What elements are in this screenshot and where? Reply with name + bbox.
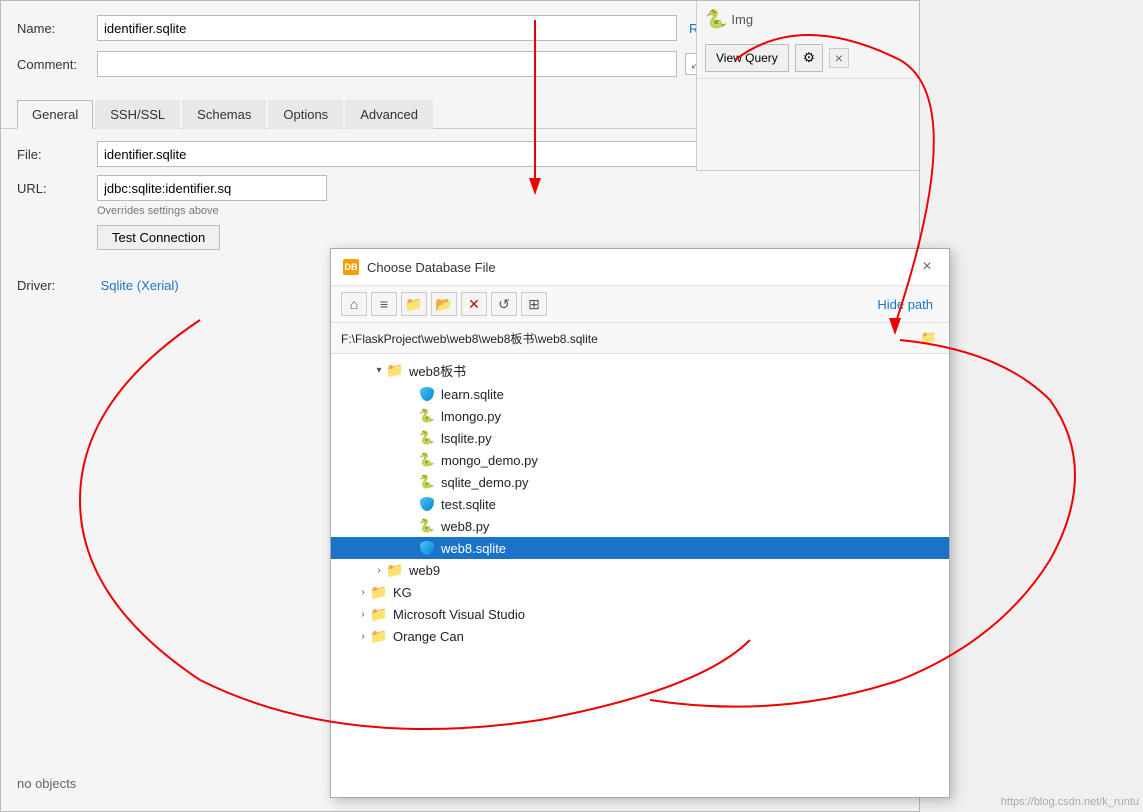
watermark: https://blog.csdn.net/k_runtu <box>1001 796 1139 808</box>
tree-item-label: test.sqlite <box>441 497 496 512</box>
folder-icon: 📁 <box>371 584 387 600</box>
file-dialog-toolbar: ⌂ ≡ 📁 📂 ✕ ↺ ⊞ Hide path <box>331 286 949 323</box>
folder-button[interactable]: 📁 <box>401 292 427 316</box>
sqlite-icon <box>419 540 435 556</box>
sqlite-icon <box>419 386 435 402</box>
python-file-icon: 🐍 <box>419 452 435 468</box>
tree-item-label: learn.sqlite <box>441 387 504 402</box>
tree-item-lmongo_py[interactable]: 🐍 lmongo.py <box>331 405 949 427</box>
list-view-button[interactable]: ≡ <box>371 292 397 316</box>
tree-item-learn_sqlite[interactable]: learn.sqlite <box>331 383 949 405</box>
tree-item-test_sqlite[interactable]: test.sqlite <box>331 493 949 515</box>
new-folder-button[interactable]: 📂 <box>431 292 457 316</box>
python-icon: 🐍 <box>705 9 727 30</box>
folder-icon: 📁 <box>371 628 387 644</box>
file-dialog-path-bar: F:\FlaskProject\web\web8\web8板书\web8.sql… <box>331 323 949 354</box>
tree-item-label: web9 <box>409 563 440 578</box>
no-objects-label: no objects <box>17 776 76 791</box>
file-label: File: <box>17 147 97 162</box>
folder-icon: 📁 <box>387 562 403 578</box>
tab-advanced[interactable]: Advanced <box>345 100 433 129</box>
right-panel: 🐍 Img View Query ⚙ × <box>696 1 919 171</box>
url-input[interactable] <box>97 175 327 201</box>
python-file-icon: 🐍 <box>419 408 435 424</box>
driver-link[interactable]: Sqlite (Xerial) <box>101 278 179 293</box>
tree-item-orange[interactable]: › 📁 Orange Can <box>331 625 949 647</box>
url-label: URL: <box>17 181 97 196</box>
python-file-icon: 🐍 <box>419 518 435 534</box>
tree-expand-icon: › <box>355 609 371 620</box>
tree-item-label: lsqlite.py <box>441 431 492 446</box>
refresh-button[interactable]: ↺ <box>491 292 517 316</box>
tree-expand-icon: › <box>355 587 371 598</box>
delete-button[interactable]: ✕ <box>461 292 487 316</box>
name-label: Name: <box>17 21 97 36</box>
tree-item-sqlite_demo_py[interactable]: 🐍 sqlite_demo.py <box>331 471 949 493</box>
tree-item-label: lmongo.py <box>441 409 501 424</box>
tree-item-lsqlite_py[interactable]: 🐍 lsqlite.py <box>331 427 949 449</box>
tree-item-label: Microsoft Visual Studio <box>393 607 525 622</box>
tab-general[interactable]: General <box>17 100 93 129</box>
dialog-title-icon: DB <box>343 259 359 275</box>
tree-item-web8bb[interactable]: ▾ 📁 web8板书 <box>331 358 949 383</box>
file-dialog-title-bar: DB Choose Database File × <box>331 249 949 286</box>
file-tree: ▾ 📁 web8板书 learn.sqlite 🐍 lmongo.py 🐍 ls… <box>331 354 949 797</box>
sqlite-icon <box>419 496 435 512</box>
python-file-icon: 🐍 <box>419 474 435 490</box>
url-row: URL: <box>17 175 903 201</box>
tree-expand-icon: › <box>371 565 387 576</box>
comment-input[interactable] <box>97 51 677 77</box>
tree-expand-icon: › <box>355 631 371 642</box>
path-text: F:\FlaskProject\web\web8\web8板书\web8.sql… <box>341 330 919 347</box>
overrides-text: Overrides settings above <box>97 205 903 217</box>
tree-item-label: KG <box>393 585 412 600</box>
file-chooser-dialog: DB Choose Database File × ⌂ ≡ 📁 📂 ✕ ↺ ⊞ … <box>330 248 950 798</box>
python-file-icon: 🐍 <box>419 430 435 446</box>
tab-schemas[interactable]: Schemas <box>182 100 266 129</box>
dialog-title-text: Choose Database File <box>367 260 917 275</box>
tree-item-label: Orange Can <box>393 629 464 644</box>
tree-item-mongo_demo_py[interactable]: 🐍 mongo_demo.py <box>331 449 949 471</box>
tree-item-label: web8.sqlite <box>441 541 506 556</box>
driver-label: Driver: <box>17 278 97 293</box>
tree-item-label: mongo_demo.py <box>441 453 538 468</box>
tree-item-web8_py[interactable]: 🐍 web8.py <box>331 515 949 537</box>
right-panel-toolbar: 🐍 Img <box>697 1 919 38</box>
panel-close-button[interactable]: × <box>829 48 849 68</box>
name-input[interactable] <box>97 15 677 41</box>
tab-ssh-ssl[interactable]: SSH/SSL <box>95 100 180 129</box>
folder-icon: 📁 <box>387 363 403 379</box>
tree-item-web9[interactable]: › 📁 web9 <box>331 559 949 581</box>
folder-icon: 📁 <box>371 606 387 622</box>
grid-button[interactable]: ⊞ <box>521 292 547 316</box>
test-connection-button[interactable]: Test Connection <box>97 225 220 250</box>
home-button[interactable]: ⌂ <box>341 292 367 316</box>
tree-item-label: sqlite_demo.py <box>441 475 528 490</box>
settings-gear-button[interactable]: ⚙ <box>795 44 823 72</box>
comment-label: Comment: <box>17 57 97 72</box>
tree-item-kg[interactable]: › 📁 KG <box>331 581 949 603</box>
tree-expand-icon: ▾ <box>371 365 387 376</box>
dialog-close-button[interactable]: × <box>917 257 937 277</box>
tab-options[interactable]: Options <box>268 100 343 129</box>
path-folder-icon[interactable]: 📁 <box>919 328 939 348</box>
img-label: Img <box>731 12 753 27</box>
tree-item-web8_sqlite[interactable]: web8.sqlite <box>331 537 949 559</box>
tree-item-label: web8板书 <box>409 361 466 380</box>
tree-item-mvs[interactable]: › 📁 Microsoft Visual Studio <box>331 603 949 625</box>
tree-item-label: web8.py <box>441 519 489 534</box>
hide-path-button[interactable]: Hide path <box>871 295 939 314</box>
view-query-button[interactable]: View Query <box>705 44 789 72</box>
